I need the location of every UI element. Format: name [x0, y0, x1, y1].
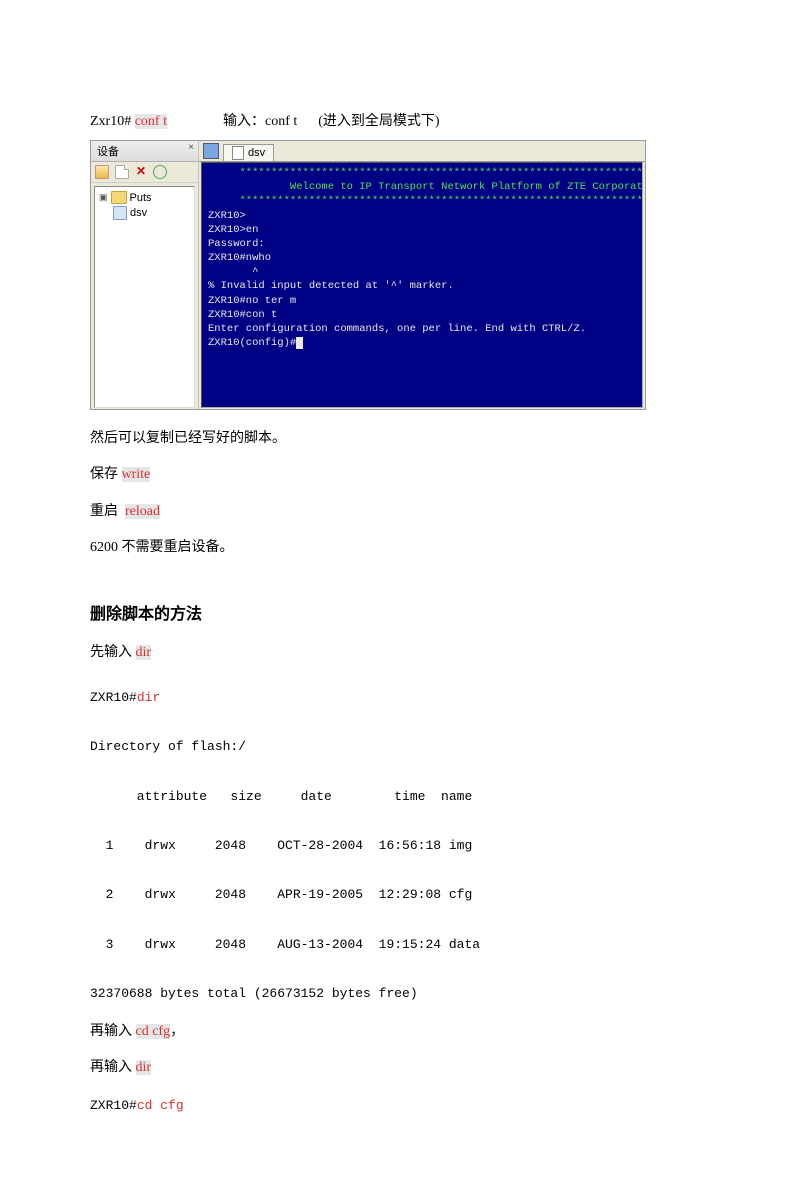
tab-dsv[interactable]: dsv	[223, 144, 274, 161]
cli-command-conf-t: conf t	[135, 114, 167, 129]
then-cd-label: 再输入	[90, 1024, 132, 1039]
side-pane-title: 设备 ×	[91, 141, 198, 162]
dir-cmd: dir	[137, 690, 160, 705]
paragraph-cd-cfg: 再输入 cd cfg，	[90, 1021, 702, 1043]
folder-icon	[111, 191, 127, 204]
cli-prompt: Zxr10#	[90, 114, 131, 129]
last-prompt: ZXR10#	[90, 1098, 137, 1113]
term-line: Welcome to IP Transport Network Platform…	[208, 181, 643, 193]
paragraph-second-dir: 再输入 dir	[90, 1057, 702, 1079]
open-icon[interactable]	[95, 165, 109, 179]
term-line: % Invalid input detected at '^' marker.	[208, 280, 454, 292]
reboot-label: 重启	[90, 504, 118, 519]
input-label: 输入：	[223, 114, 265, 129]
cli-command-write: write	[122, 467, 151, 482]
first-input-label: 先输入	[90, 645, 132, 660]
close-icon[interactable]: ×	[188, 142, 194, 153]
paragraph-save: 保存 write	[90, 464, 702, 486]
tab-bar: dsv	[199, 141, 645, 162]
mode-note: (进入到全局模式下)	[318, 114, 439, 129]
tree-root-label: Puts	[130, 192, 152, 204]
last-cmd: cd cfg	[137, 1098, 184, 1113]
terminal-output[interactable]: ****************************************…	[201, 162, 643, 408]
terminal-pane: dsv ************************************…	[199, 141, 645, 409]
tab-label: dsv	[248, 147, 265, 159]
comma: ，	[170, 1024, 184, 1039]
cli-command-dir-2: dir	[136, 1060, 152, 1075]
input-value: conf t	[265, 114, 297, 129]
tree-collapse-icon[interactable]: ▣	[99, 192, 108, 203]
paragraph-copy-script: 然后可以复制已经写好的脚本。	[90, 428, 702, 450]
tree-child[interactable]: dsv	[113, 206, 190, 220]
new-file-icon[interactable]	[115, 165, 129, 179]
tree-root[interactable]: ▣ Puts	[99, 191, 190, 204]
node-icon	[113, 206, 127, 220]
then-dir-label: 再输入	[90, 1060, 132, 1075]
instruction-line: Zxr10# conf t 输入：conf t (进入到全局模式下)	[90, 110, 702, 130]
term-line: ZXR10>	[208, 210, 246, 222]
document-icon	[232, 146, 244, 160]
side-pane-title-text: 设备	[97, 146, 119, 158]
delete-icon[interactable]: ✕	[135, 166, 147, 178]
save-label: 保存	[90, 467, 118, 482]
cd-cfg-line: ZXR10#cd cfg	[90, 1094, 702, 1119]
term-line: ZXR10(config)#	[208, 337, 296, 349]
paragraph-first-dir: 先输入 dir	[90, 642, 702, 664]
cli-command-reload: reload	[125, 504, 160, 519]
term-line: Enter configuration commands, one per li…	[208, 323, 586, 335]
term-line: ZXR10#no ter m	[208, 295, 296, 307]
cursor-icon	[296, 337, 303, 349]
term-line: ****************************************…	[208, 195, 643, 207]
app-icon[interactable]	[203, 143, 219, 159]
cli-command-dir: dir	[136, 645, 152, 660]
dir-output-block: ZXR10#dir Directory of flash:/ attribute…	[90, 686, 702, 1007]
term-line: Password:	[208, 238, 265, 250]
paragraph-6200-note: 6200 不需要重启设备。	[90, 537, 702, 559]
refresh-icon[interactable]	[153, 165, 167, 179]
device-side-pane: 设备 × ✕ ▣ Puts dsv	[91, 141, 199, 409]
side-toolbar: ✕	[91, 162, 198, 183]
term-line: ZXR10>en	[208, 224, 258, 236]
term-line: ****************************************…	[208, 167, 643, 179]
term-line: ZXR10#nwho	[208, 252, 271, 264]
cli-command-cd-cfg: cd cfg	[136, 1024, 171, 1039]
embedded-screenshot: 设备 × ✕ ▣ Puts dsv	[90, 140, 646, 410]
term-line: ZXR10#con t	[208, 309, 277, 321]
tree-child-label: dsv	[130, 207, 147, 219]
heading-delete-script: 删除脚本的方法	[90, 600, 702, 624]
term-line: ^	[208, 266, 258, 278]
device-tree: ▣ Puts dsv	[94, 186, 195, 408]
paragraph-reboot: 重启 reload	[90, 501, 702, 523]
dir-listing: Directory of flash:/ attribute size date…	[90, 739, 480, 1001]
dir-prompt: ZXR10#	[90, 690, 137, 705]
